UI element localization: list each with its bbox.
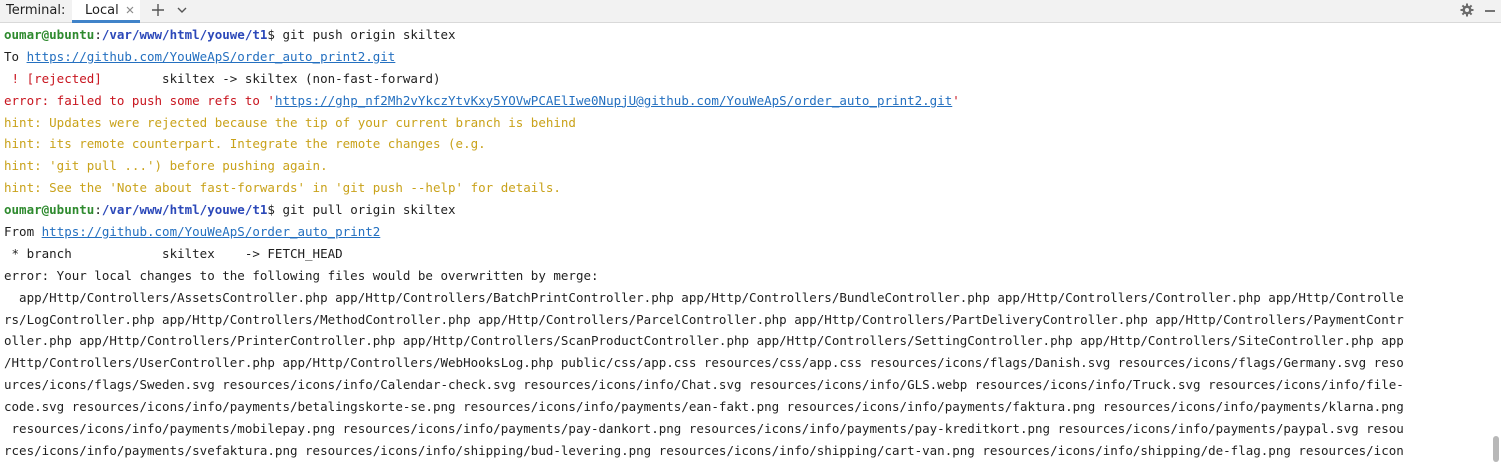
prompt-command: $ git push origin skiltex — [267, 27, 456, 42]
push-destination-line: To https://github.com/YouWeApS/order_aut… — [4, 46, 1501, 68]
vertical-scrollbar[interactable] — [1493, 436, 1499, 462]
close-icon[interactable] — [124, 3, 136, 17]
changed-files-line: code.svg resources/icons/info/payments/b… — [4, 399, 1404, 415]
push-to-prefix: To — [4, 48, 27, 64]
terminal-output[interactable]: oumar@ubuntu:/var/www/html/youwe/t1$ git… — [4, 24, 1501, 462]
rejected-detail: skiltex -> skiltex (non-fast-forward) — [101, 70, 441, 86]
changed-files-line: oller.php app/Http/Controllers/PrinterCo… — [4, 333, 1404, 349]
prompt-colon: : — [94, 202, 102, 218]
plus-icon[interactable] — [150, 1, 166, 19]
changed-files-line: rces/icons/info/payments/svefaktura.png … — [4, 442, 1404, 458]
hint-line: hint: its remote counterpart. Integrate … — [4, 136, 486, 152]
hint-line: hint: See the 'Note about fast-forwards'… — [4, 180, 561, 196]
push-error-prefix: error: failed to push some refs to ' — [4, 92, 275, 108]
changed-files-line: /Http/Controllers/UserController.php app… — [4, 355, 1404, 371]
minimize-icon[interactable] — [1483, 2, 1497, 18]
tab-label: Local — [85, 3, 119, 18]
pull-source-line: From https://github.com/YouWeApS/order_a… — [4, 221, 1501, 243]
fetch-branch-line: * branch skiltex -> FETCH_HEAD — [4, 245, 343, 261]
changed-files-line: app/Http/Controllers/AssetsController.ph… — [4, 289, 1404, 305]
prompt-line: oumar@ubuntu:/var/www/html/youwe/t1$ git… — [4, 199, 1501, 221]
changed-files-line: rs/LogController.php app/Http/Controller… — [4, 311, 1404, 327]
push-error-line: error: failed to push some refs to 'http… — [4, 90, 1501, 112]
pull-remote-link[interactable]: https://github.com/YouWeApS/order_auto_p… — [42, 224, 381, 239]
tool-window-title: Terminal: — [6, 3, 66, 18]
gear-icon[interactable] — [1459, 2, 1475, 18]
pull-error-line: error: Your local changes to the followi… — [4, 267, 599, 283]
prompt-user: oumar@ubuntu — [4, 27, 95, 42]
prompt-colon: : — [94, 27, 102, 42]
terminal-tool-window-header: Terminal: Local — [0, 0, 1501, 23]
prompt-path: /var/www/html/youwe/t1 — [101, 27, 268, 42]
push-remote-link[interactable]: https://github.com/YouWeApS/order_auto_p… — [27, 49, 396, 64]
tab-local[interactable]: Local — [72, 0, 140, 23]
hint-line: hint: 'git pull ...') before pushing aga… — [4, 158, 328, 174]
push-error-link[interactable]: https://ghp_nf2Mh2vYkczYtvKxy5YOVwPCAElI… — [275, 93, 952, 108]
changed-files-line: urces/icons/flags/Sweden.svg resources/i… — [4, 377, 1404, 393]
prompt-user: oumar@ubuntu — [4, 202, 95, 218]
pull-from-prefix: From — [4, 224, 42, 240]
prompt-line: oumar@ubuntu:/var/www/html/youwe/t1$ git… — [4, 24, 1501, 46]
rejected-line: ! [rejected] skiltex -> skiltex (non-fas… — [4, 68, 1501, 90]
hint-line: hint: Updates were rejected because the … — [4, 114, 576, 130]
chevron-down-icon[interactable] — [176, 2, 188, 18]
prompt-command: $ git pull origin skiltex — [267, 202, 456, 218]
changed-files-line: resources/icons/info/payments/mobilepay.… — [4, 421, 1404, 437]
prompt-path: /var/www/html/youwe/t1 — [101, 202, 268, 218]
push-error-suffix: ' — [952, 92, 960, 108]
rejected-marker: ! [rejected] — [4, 70, 102, 86]
